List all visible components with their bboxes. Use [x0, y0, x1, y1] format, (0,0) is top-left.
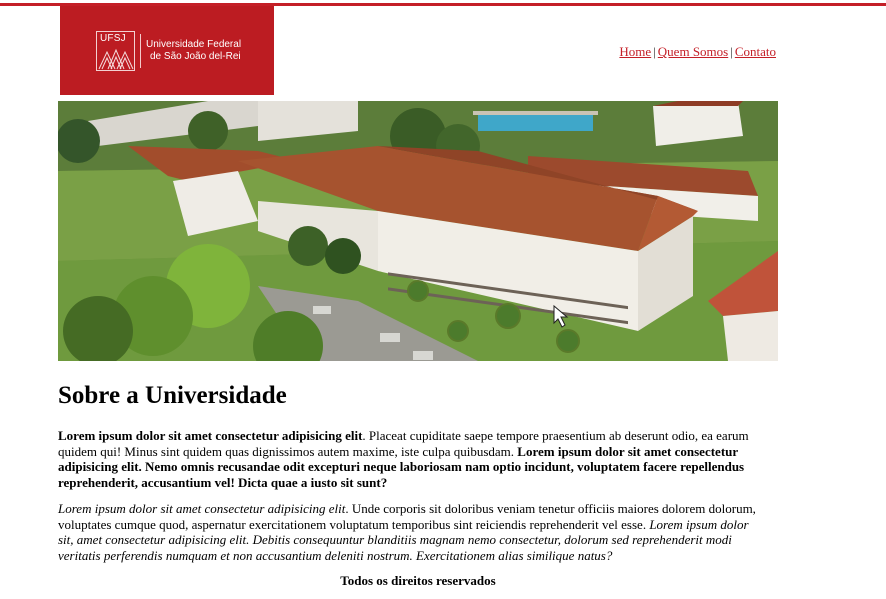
nav-separator: |: [653, 44, 656, 59]
campus-illustration: [58, 101, 778, 361]
footer-text: Todos os direitos reservados: [340, 573, 496, 588]
main-nav: Home | Quem Somos | Contato: [619, 44, 776, 60]
page-title: Sobre a Universidade: [58, 382, 287, 409]
nav-separator: |: [730, 44, 733, 59]
university-logo[interactable]: UFSJ Universidade Federal de São João de…: [60, 6, 274, 95]
logo-name-line1: Universidade Federal: [146, 39, 242, 50]
logo-name-line2: de São João del-Rei: [150, 51, 241, 62]
logo-name: Universidade Federal de São João del-Rei: [146, 39, 241, 63]
logo-divider: [140, 34, 141, 68]
p2-italic-lead: Lorem ipsum dolor sit amet consectetur a…: [58, 501, 346, 516]
paragraph-intro: Lorem ipsum dolor sit amet consectetur a…: [58, 428, 758, 490]
mountains-icon: [98, 48, 134, 70]
logo-mark-icon: UFSJ: [96, 31, 135, 71]
paragraph-secondary: Lorem ipsum dolor sit amet consectetur a…: [58, 501, 758, 563]
logo-abbr: UFSJ: [100, 33, 126, 44]
nav-link-home[interactable]: Home: [619, 44, 651, 59]
nav-link-quem-somos[interactable]: Quem Somos: [658, 44, 728, 59]
p1-bold-lead: Lorem ipsum dolor sit amet consectetur a…: [58, 428, 363, 443]
nav-link-contato[interactable]: Contato: [735, 44, 776, 59]
campus-aerial-photo: [58, 101, 778, 361]
